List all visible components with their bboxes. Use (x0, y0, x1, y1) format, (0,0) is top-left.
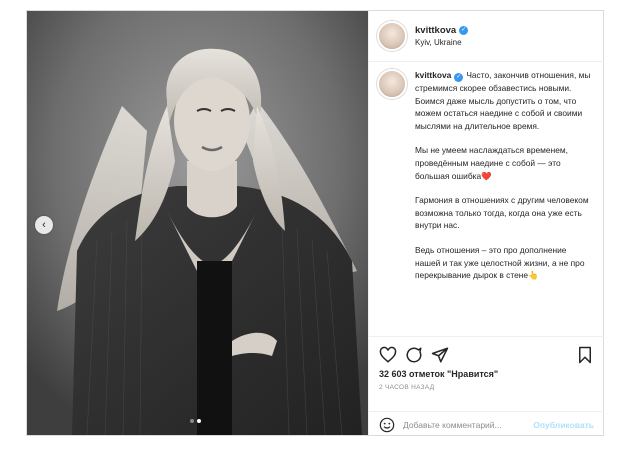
likes-count[interactable]: 32 603 отметок "Нравится" (369, 364, 604, 379)
avatar[interactable] (377, 69, 407, 99)
caption-paragraph: Гармония в отношениях с другим человеком… (415, 194, 593, 232)
header-info: kvittkova ✓ Kyiv, Ukraine (415, 25, 469, 47)
smile-icon[interactable] (379, 417, 395, 433)
bookmark-icon[interactable] (576, 346, 594, 364)
verified-badge-icon: ✓ (459, 26, 469, 35)
caption-text: kvittkova ✓ Часто, закончив отношения, мы … (415, 69, 593, 294)
heart-emoji: ❤️ (481, 170, 492, 181)
caption-paragraph: kvittkova ✓ Часто, закончив отношения, мы … (415, 69, 593, 132)
caption-text-4: Ведь отношения – это про дополнение наше… (415, 244, 585, 281)
caption-username[interactable]: kvittkova (415, 70, 451, 80)
action-icons (369, 337, 604, 364)
publish-button[interactable]: Опубликовать (533, 420, 594, 430)
heart-icon[interactable] (379, 346, 397, 364)
carousel-dot-active (197, 419, 201, 423)
post-card: ‹ kvittkova ✓ Kyiv, Ukraine kvittkova ✓ Ча… (26, 10, 604, 436)
share-icon[interactable] (431, 346, 449, 364)
post-photo (27, 11, 368, 435)
carousel-indicator (190, 419, 201, 423)
pointing-emoji: 👆 (528, 270, 539, 281)
post-sidebar: kvittkova ✓ Kyiv, Ukraine kvittkova ✓ Част… (368, 11, 604, 435)
comment-input[interactable] (403, 420, 534, 430)
carousel-prev-button[interactable]: ‹ (35, 216, 53, 234)
avatar[interactable] (377, 21, 407, 51)
verified-badge-icon: ✓ (454, 73, 464, 82)
username[interactable]: kvittkova (415, 25, 456, 36)
post-actions: 32 603 отметок "Нравится" 2 ЧАСОВ НАЗАД … (369, 336, 604, 437)
chevron-left-icon: ‹ (42, 219, 46, 231)
post-media[interactable]: ‹ (27, 11, 368, 435)
caption-text-3: Гармония в отношениях с другим человеком… (415, 195, 589, 231)
comment-icon[interactable] (405, 346, 423, 364)
post-timestamp[interactable]: 2 ЧАСОВ НАЗАД (369, 379, 604, 391)
location[interactable]: Kyiv, Ukraine (415, 38, 468, 47)
post-header: kvittkova ✓ Kyiv, Ukraine (369, 11, 604, 62)
caption-block: kvittkova ✓ Часто, закончив отношения, мы … (377, 69, 598, 294)
username-row: kvittkova ✓ (415, 25, 469, 36)
carousel-dot (190, 419, 194, 423)
caption-paragraph: Мы не умеем наслаждаться временем, прове… (415, 144, 593, 182)
add-comment-bar: Опубликовать (369, 411, 604, 438)
caption-paragraph: Ведь отношения – это про дополнение наше… (415, 244, 593, 282)
